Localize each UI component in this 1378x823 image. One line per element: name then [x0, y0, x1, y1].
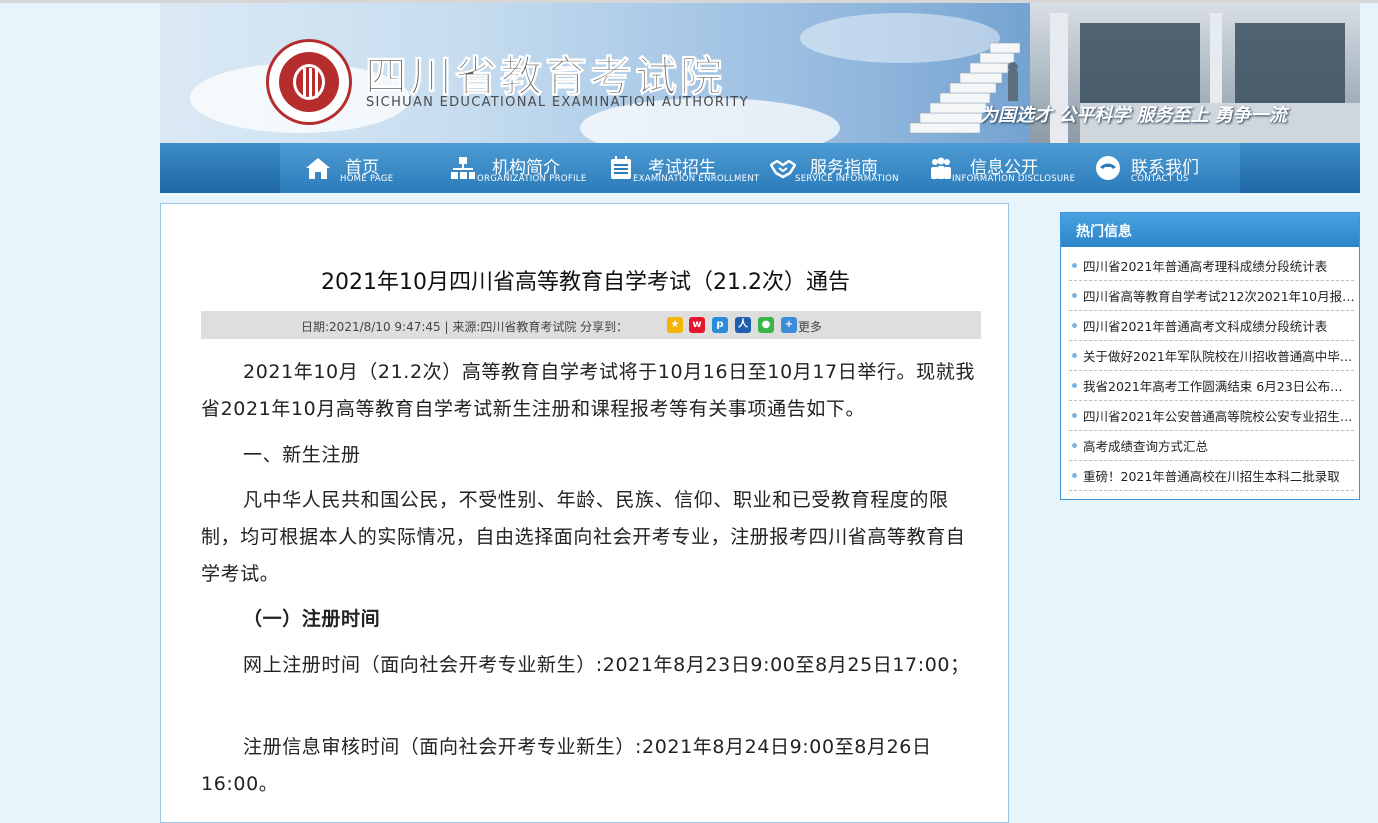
hot-info-item[interactable]: 我省2021年高考工作圆满结束 6月23日公布成绩: [1069, 370, 1355, 401]
hot-info-link[interactable]: 关于做好2021年军队院校在川招收普通高中毕业生工作的通知: [1083, 346, 1355, 365]
article-paragraph: 凡中华人民共和国公民，不受性别、年龄、民族、信仰、职业和已受教育程度的限制，均可…: [201, 489, 966, 585]
weibo-share-icon[interactable]: w: [689, 317, 705, 333]
slogan: 为国选才 公平科学 服务至上 勇争一流: [980, 105, 1287, 126]
hot-info-item[interactable]: 四川省2021年普通高考理科成绩分段统计表: [1069, 250, 1354, 281]
hot-info-item[interactable]: 四川省高等教育自学考试212次2021年10月报考简章: [1069, 280, 1355, 311]
article-paragraph: 2021年10月（21.2次）高等教育自学考试将于10月16日至10月17日举行…: [201, 361, 975, 420]
hot-info-panel: 热门信息 四川省2021年普通高考理科成绩分段统计表 四川省高等教育自学考试21…: [1060, 212, 1360, 500]
article-paragraph: 注册信息审核时间（面向社会开考专业新生）:2021年8月24日9:00至8月26…: [201, 736, 932, 795]
bullet-icon: [1072, 293, 1077, 298]
notepad-icon: [611, 156, 631, 179]
hot-info-title: 热门信息: [1076, 224, 1132, 240]
nav-bar: 首页 HOME PAGE 机构简介 ORGANIZATION PROFILE 考…: [280, 143, 1240, 193]
bullet-icon: [1072, 263, 1077, 268]
nav-sub-label: EXAMINATION ENROLLMENT: [633, 174, 760, 184]
handshake-icon: [770, 159, 796, 179]
bullet-icon: [1072, 473, 1077, 478]
qzone-share-icon[interactable]: ★: [667, 317, 683, 333]
hot-info-link[interactable]: 四川省2021年公安普通高等院校公安专业招生工作通知: [1083, 406, 1355, 425]
tencent-share-icon[interactable]: p: [712, 317, 728, 333]
phone-icon: [1096, 156, 1120, 180]
nav-sub-label: ORGANIZATION PROFILE: [477, 174, 587, 184]
hot-info-link[interactable]: 四川省2021年普通高考理科成绩分段统计表: [1083, 256, 1355, 275]
bullet-icon: [1072, 323, 1077, 328]
hot-info-item[interactable]: 四川省2021年普通高考文科成绩分段统计表: [1069, 310, 1354, 341]
people-icon: [931, 157, 951, 179]
bullet-icon: [1072, 443, 1077, 448]
page-wrapper: 四川省教育考试院 SICHUAN EDUCATIONAL EXAMINATION…: [160, 3, 1360, 193]
hot-info-link[interactable]: 我省2021年高考工作圆满结束 6月23日公布成绩: [1083, 376, 1355, 395]
renren-share-icon[interactable]: 人: [735, 317, 751, 333]
bullet-icon: [1072, 353, 1077, 358]
nav-item-service[interactable]: 服务指南 SERVICE INFORMATION: [770, 143, 920, 193]
wechat-share-icon[interactable]: ●: [758, 317, 774, 333]
main-nav: 首页 HOME PAGE 机构简介 ORGANIZATION PROFILE 考…: [160, 143, 1360, 193]
home-icon: [306, 158, 330, 179]
article-meta-bar: 日期:2021/8/10 9:47:45 | 来源:四川省教育考试院 分享到： …: [201, 311, 981, 339]
hot-info-header: 热门信息: [1061, 213, 1359, 247]
nav-sub-label: CONTACT US: [1131, 174, 1189, 184]
nav-sub-label: HOME PAGE: [340, 174, 394, 184]
bullet-icon: [1072, 383, 1077, 388]
article-panel: 2021年10月四川省高等教育自学考试（21.2次）通告 日期:2021/8/1…: [160, 203, 1009, 823]
nav-sub-label: INFORMATION DISCLOSURE: [952, 174, 1076, 184]
nav-item-disclosure[interactable]: 信息公开 INFORMATION DISCLOSURE: [928, 143, 1088, 193]
more-share-icon[interactable]: +: [781, 317, 797, 333]
authority-logo[interactable]: [266, 39, 352, 125]
article-meta: 日期:2021/8/10 9:47:45 | 来源:四川省教育考试院 分享到：: [301, 320, 629, 334]
hot-info-item[interactable]: 重磅！2021年普通高校在川招生本科二批录取: [1069, 460, 1354, 491]
hot-info-link[interactable]: 高考成绩查询方式汇总: [1083, 436, 1355, 455]
hot-info-item[interactable]: 关于做好2021年军队院校在川招收普通高中毕业生工作的通知: [1069, 340, 1355, 371]
hot-info-link[interactable]: 重磅！2021年普通高校在川招生本科二批录取: [1083, 466, 1355, 485]
hot-info-item[interactable]: 四川省2021年公安普通高等院校公安专业招生工作通知: [1069, 400, 1355, 431]
site-name-en: SICHUAN EDUCATIONAL EXAMINATION AUTHORIT…: [366, 95, 749, 110]
hot-info-link[interactable]: 四川省高等教育自学考试212次2021年10月报考简章: [1083, 286, 1355, 305]
bullet-icon: [1072, 413, 1077, 418]
article-paragraph: 网上注册时间（面向社会开考专业新生）:2021年8月23日9:00至8月25日1…: [243, 654, 970, 676]
hot-info-item[interactable]: 高考成绩查询方式汇总: [1069, 430, 1354, 461]
subsection-heading: （一）注册时间: [243, 608, 381, 630]
nav-item-contact[interactable]: 联系我们 CONTACT US: [1095, 143, 1235, 193]
nav-item-organization[interactable]: 机构简介 ORGANIZATION PROFILE: [450, 143, 600, 193]
nav-item-home[interactable]: 首页 HOME PAGE: [305, 143, 445, 193]
share-more-link[interactable]: 更多: [798, 318, 822, 335]
article-title: 2021年10月四川省高等教育自学考试（21.2次）通告: [321, 270, 850, 295]
header-banner: 四川省教育考试院 SICHUAN EDUCATIONAL EXAMINATION…: [160, 3, 1360, 143]
org-chart-icon: [451, 157, 475, 179]
nav-sub-label: SERVICE INFORMATION: [795, 174, 899, 184]
nav-item-enrollment[interactable]: 考试招生 EXAMINATION ENROLLMENT: [608, 143, 768, 193]
section-heading: 一、新生注册: [243, 444, 361, 466]
hot-info-link[interactable]: 四川省2021年普通高考文科成绩分段统计表: [1083, 316, 1355, 335]
